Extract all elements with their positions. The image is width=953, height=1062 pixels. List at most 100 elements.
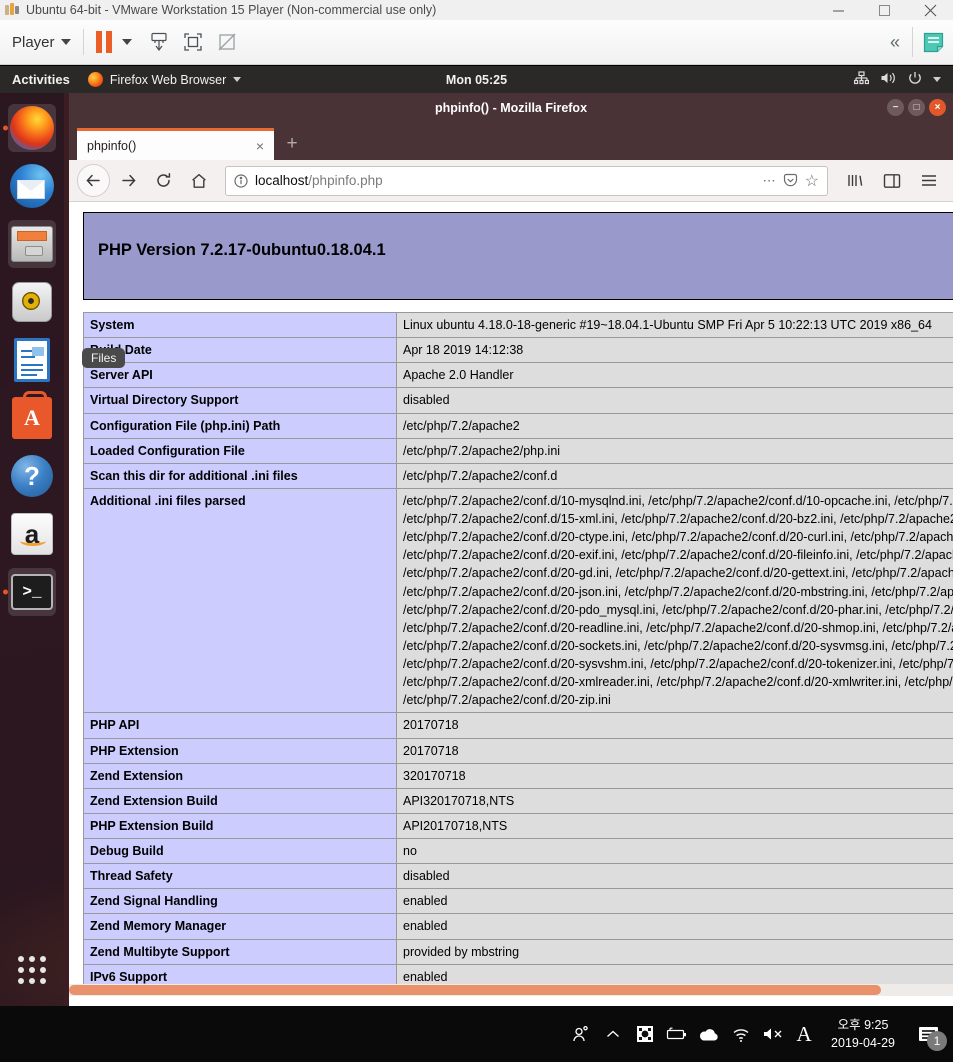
firefox-window: phpinfo() - Mozilla Firefox − □ × phpinf…: [64, 93, 953, 1006]
people-icon[interactable]: [565, 1014, 597, 1054]
chevron-down-icon: [60, 39, 71, 45]
dock-item-amazon[interactable]: a: [0, 505, 64, 563]
sidebar-icon[interactable]: [875, 164, 908, 197]
dock-item-libreoffice-writer[interactable]: [0, 331, 64, 389]
url-input[interactable]: localhost/phpinfo.php: [255, 173, 756, 188]
php-version-heading: PHP Version 7.2.17-0ubuntu0.18.04.1: [98, 241, 386, 259]
notes-icon[interactable]: [913, 31, 953, 54]
collapse-toolbar-icon[interactable]: «: [876, 32, 912, 53]
horizontal-scrollbar[interactable]: [69, 984, 953, 996]
table-row: Zend Extension Build API320170718,NTS: [83, 787, 953, 814]
bookmark-star-icon[interactable]: ☆: [805, 171, 819, 191]
back-button[interactable]: [77, 164, 110, 197]
chevron-up-icon[interactable]: [597, 1014, 629, 1054]
table-row: Configuration File (php.ini) Path/etc/ph…: [83, 412, 953, 439]
table-cell-key: Additional .ini files parsed: [83, 487, 397, 714]
table-cell-key: System: [83, 311, 397, 339]
topbar-clock[interactable]: Mon 05:25: [0, 73, 953, 87]
table-row: PHP API 20170718: [83, 712, 953, 739]
table-row: Build DateApr 18 2019 14:12:38: [83, 337, 953, 364]
table-row: PHP Extension 20170718: [83, 737, 953, 764]
table-row: Zend Multibyte Support provided by mbstri…: [83, 938, 953, 965]
table-row: Loaded Configuration File/etc/php/7.2/ap…: [83, 437, 953, 464]
show-applications-button[interactable]: [0, 956, 64, 984]
vmware-tray-icon[interactable]: [629, 1014, 661, 1054]
terminal-icon: >_: [11, 574, 53, 610]
home-icon[interactable]: [182, 164, 215, 197]
minimize-icon[interactable]: [815, 0, 861, 20]
table-cell-value: /etc/php/7.2/apache2: [396, 412, 953, 439]
forward-button[interactable]: [112, 164, 145, 197]
table-cell-key: Zend Memory Manager: [83, 913, 397, 940]
tab-phpinfo[interactable]: phpinfo() ×: [77, 128, 274, 160]
firefox-window-controls: − □ ×: [887, 99, 946, 116]
windows-taskbar: A 오후 9:25 2019-04-29 1: [0, 1006, 953, 1062]
minimize-icon[interactable]: −: [887, 99, 904, 116]
pause-dropdown-chevron-icon[interactable]: [121, 39, 132, 45]
close-icon[interactable]: ×: [250, 138, 264, 154]
dock-item-ubuntu-software[interactable]: A: [0, 389, 64, 447]
table-cell-key: Zend Multibyte Support: [83, 938, 397, 965]
url-bar[interactable]: localhost/phpinfo.php ⋯ ☆: [225, 165, 828, 196]
scrollbar-thumb[interactable]: [69, 985, 881, 995]
maximize-icon[interactable]: [861, 0, 907, 20]
notification-center-button[interactable]: 1: [907, 1013, 949, 1055]
table-cell-key: Thread Safety: [83, 863, 397, 890]
amazon-icon: a: [11, 513, 53, 555]
ime-indicator[interactable]: A: [789, 1014, 819, 1054]
dock-item-help[interactable]: ?: [0, 447, 64, 505]
pause-icon[interactable]: [95, 31, 112, 53]
table-cell-value: API20170718,NTS: [396, 812, 953, 840]
table-cell-value: Apr 18 2019 14:12:38: [396, 337, 953, 364]
dock-item-files[interactable]: [0, 215, 64, 273]
page-actions-button[interactable]: ⋯: [763, 173, 776, 189]
table-cell-value: provided by mbstring: [396, 938, 953, 965]
page-content: PHP Version 7.2.17-0ubuntu0.18.04.1 php …: [69, 202, 953, 996]
firefox-window-title: phpinfo() - Mozilla Firefox: [434, 101, 588, 115]
taskbar-clock[interactable]: 오후 9:25 2019-04-29: [819, 1016, 907, 1052]
onedrive-icon[interactable]: [693, 1014, 725, 1054]
dock-item-terminal[interactable]: >_: [0, 563, 64, 621]
hamburger-menu-icon[interactable]: [912, 164, 945, 197]
notification-badge: 1: [927, 1031, 947, 1051]
table-cell-value: Apache 2.0 Handler: [396, 362, 953, 389]
table-row: Zend Signal Handling enabled: [83, 888, 953, 915]
table-cell-value: enabled: [396, 913, 953, 940]
new-tab-button[interactable]: +: [274, 128, 310, 160]
table-cell-key: Configuration File (php.ini) Path: [83, 412, 397, 439]
table-row: Additional .ini files parsed/etc/php/7.2…: [83, 487, 953, 714]
dock-item-thunderbird[interactable]: [0, 157, 64, 215]
pocket-icon[interactable]: [783, 173, 798, 188]
close-icon[interactable]: [907, 0, 953, 20]
close-icon[interactable]: ×: [929, 99, 946, 116]
unity-mode-icon[interactable]: [210, 25, 244, 59]
send-key-icon[interactable]: [142, 25, 176, 59]
firefox-navbar: localhost/phpinfo.php ⋯ ☆: [69, 160, 953, 202]
speaker-muted-icon[interactable]: [757, 1014, 789, 1054]
table-row: Server API Apache 2.0 Handler: [83, 362, 953, 389]
table-cell-key: Debug Build: [83, 837, 397, 865]
maximize-icon[interactable]: □: [908, 99, 925, 116]
table-cell-value: Linux ubuntu 4.18.0-18-generic #19~18.04…: [396, 311, 953, 339]
tab-label: phpinfo(): [87, 138, 137, 153]
battery-icon[interactable]: [661, 1014, 693, 1054]
vmware-title-text: Ubuntu 64-bit - VMware Workstation 15 Pl…: [26, 3, 437, 17]
table-cell-value: 20170718: [396, 737, 953, 764]
fullscreen-icon[interactable]: [176, 25, 210, 59]
vmware-titlebar: Ubuntu 64-bit - VMware Workstation 15 Pl…: [0, 0, 953, 20]
table-cell-value: disabled: [396, 387, 953, 414]
dock-item-firefox[interactable]: [0, 99, 64, 157]
reload-button[interactable]: [147, 164, 180, 197]
table-row: Virtual Directory Support disabled: [83, 387, 953, 414]
player-menu-button[interactable]: Player: [12, 34, 71, 51]
table-cell-value: /etc/php/7.2/apache2/conf.d: [396, 462, 953, 489]
table-cell-value: /etc/php/7.2/apache2/conf.d/10-mysqlnd.i…: [396, 487, 953, 714]
table-cell-value: API320170718,NTS: [396, 787, 953, 814]
wifi-icon[interactable]: [725, 1014, 757, 1054]
ubuntu-dock: A ? a >_: [0, 93, 64, 1006]
vmware-app-icon: [4, 3, 20, 17]
library-icon[interactable]: [838, 164, 871, 197]
dock-item-rhythmbox[interactable]: [0, 273, 64, 331]
table-cell-key: Scan this dir for additional .ini files: [83, 462, 397, 489]
info-icon[interactable]: [234, 173, 248, 188]
